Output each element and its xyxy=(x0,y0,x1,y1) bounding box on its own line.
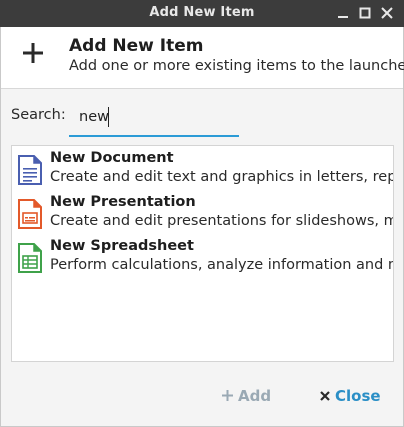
search-label: Search: xyxy=(11,107,66,123)
close-button[interactable]: Close xyxy=(320,387,381,405)
maximize-icon[interactable] xyxy=(356,4,374,22)
list-item[interactable]: New Spreadsheet Perform calculations, an… xyxy=(12,236,393,280)
plus-icon xyxy=(21,41,45,65)
text-caret xyxy=(108,107,109,127)
list-item[interactable]: New Document Create and edit text and gr… xyxy=(12,148,393,192)
dialog-header: Add New Item Add one or more existing it… xyxy=(1,27,404,89)
list-item[interactable]: New Presentation Create and edit present… xyxy=(12,192,393,236)
calc-spreadsheet-icon xyxy=(18,243,42,273)
item-name: New Spreadsheet xyxy=(50,238,194,254)
writer-document-icon xyxy=(18,155,42,185)
window-titlebar[interactable]: Add New Item xyxy=(0,0,404,27)
header-title: Add New Item xyxy=(69,36,204,56)
close-icon[interactable] xyxy=(378,4,396,22)
search-input[interactable] xyxy=(69,99,239,137)
close-button-label: Close xyxy=(335,387,381,405)
add-button-label: Add xyxy=(238,387,272,405)
item-name: New Document xyxy=(50,150,174,166)
close-icon xyxy=(320,387,330,405)
results-list[interactable]: New Document Create and edit text and gr… xyxy=(11,145,394,362)
item-description: Perform calculations, analyze informatio… xyxy=(50,257,393,273)
impress-presentation-icon xyxy=(18,199,42,229)
add-button[interactable]: Add xyxy=(222,387,271,405)
minimize-icon[interactable] xyxy=(334,4,352,22)
item-description: Create and edit text and graphics in let… xyxy=(50,169,393,185)
item-description: Create and edit presentations for slides… xyxy=(50,213,393,229)
header-subtitle: Add one or more existing items to the la… xyxy=(69,58,404,74)
add-new-item-dialog: Add New Item Add one or more existing it… xyxy=(0,27,404,427)
plus-icon xyxy=(222,387,233,405)
item-name: New Presentation xyxy=(50,194,196,210)
